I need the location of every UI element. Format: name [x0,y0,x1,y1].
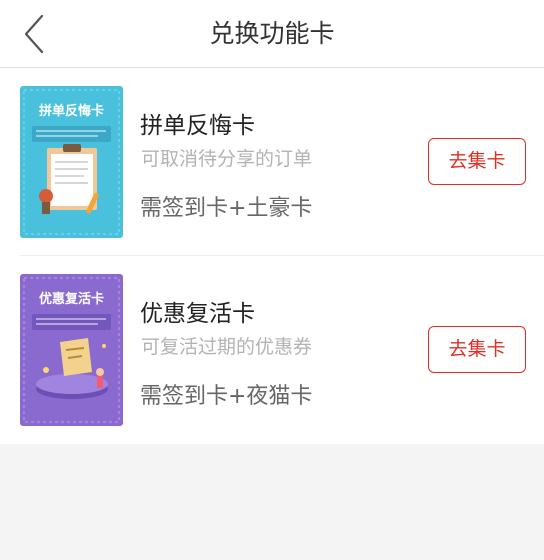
card-description: 可取消待分享的订单 [141,148,313,170]
card-item-youhui-fuhuo: 优惠复活卡 优惠复活卡 可复活过期的优惠券 需签到卡+夜猫卡 去集卡 [0,256,544,444]
card-thumbnail: 拼单反悔卡 [20,86,123,238]
card-name: 拼单反悔卡 [140,113,255,139]
collect-cards-button[interactable]: 去集卡 [428,138,526,185]
thumbnail-title: 拼单反悔卡 [38,104,104,119]
card-requirement: 需签到卡+夜猫卡 [140,384,313,409]
back-button[interactable] [18,12,58,56]
card-requirement: 需签到卡+土豪卡 [140,196,313,221]
chevron-left-icon [24,14,44,54]
card-item-pindan-fanhui: 拼单反悔卡 拼单反悔卡 可取消待分享的订单 需签到卡+土豪卡 去集卡 [0,68,544,256]
card-thumbnail: 优惠复活卡 [20,274,123,426]
card-description: 可复活过期的优惠券 [141,336,313,358]
top-bar: 兑换功能卡 [0,0,544,68]
page-title: 兑换功能卡 [209,19,335,48]
thumbnail-title: 优惠复活卡 [38,292,104,307]
card-list: 拼单反悔卡 拼单反悔卡 可取消待分享的订单 需签到卡+土豪卡 去集卡 优惠复活卡… [0,68,544,444]
collect-cards-button[interactable]: 去集卡 [428,326,526,373]
card-name: 优惠复活卡 [140,301,255,327]
